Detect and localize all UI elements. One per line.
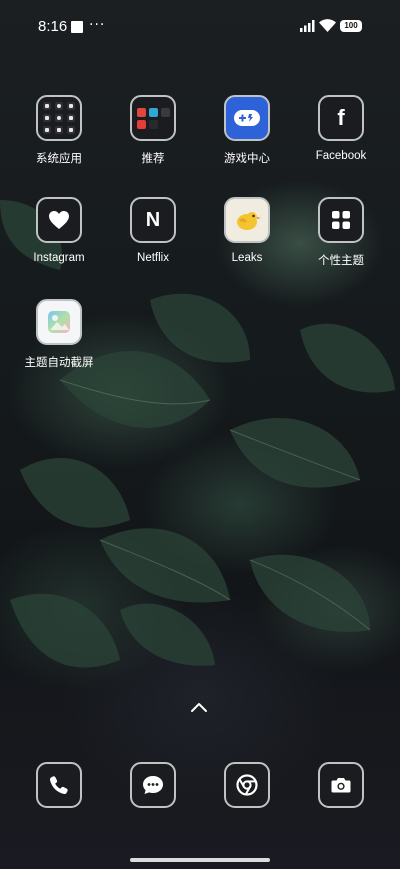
app-facebook[interactable]: f Facebook — [293, 95, 389, 162]
app-recommended-folder[interactable]: 推荐 — [105, 95, 201, 166]
heart-icon — [36, 197, 82, 243]
app-label: 系统应用 — [36, 153, 82, 165]
app-leaks[interactable]: Leaks — [199, 197, 295, 264]
app-label: Netflix — [137, 252, 169, 264]
app-label: 个性主题 — [318, 255, 364, 267]
app-label: Facebook — [315, 150, 367, 162]
status-bar: 8:16 ··· 100 — [0, 0, 400, 54]
dock-messages[interactable] — [105, 762, 201, 808]
home-gesture-bar[interactable] — [130, 858, 270, 862]
dock-browser[interactable] — [199, 762, 295, 808]
status-time: 8:16 — [38, 18, 68, 35]
app-personal-themes[interactable]: 个性主题 — [293, 197, 389, 268]
photo-icon — [36, 299, 82, 345]
cellular-signal-icon — [300, 20, 315, 32]
app-netflix[interactable]: N Netflix — [105, 197, 201, 264]
message-bubble-icon — [130, 762, 176, 808]
netflix-n-icon: N — [130, 197, 176, 243]
dock-phone[interactable] — [11, 762, 107, 808]
game-controller-icon — [224, 95, 270, 141]
app-label: 游戏中心 — [224, 153, 270, 165]
more-notifications-indicator: ··· — [89, 17, 106, 33]
folder-system-apps-icon — [36, 95, 82, 141]
wifi-icon — [319, 19, 336, 32]
dock-camera[interactable] — [293, 762, 389, 808]
app-label: 推荐 — [141, 153, 165, 165]
app-label: Leaks — [231, 252, 263, 264]
folder-recommended-icon — [130, 95, 176, 141]
facebook-icon: f — [318, 95, 364, 141]
chrome-icon — [224, 762, 270, 808]
four-squares-icon — [318, 197, 364, 243]
app-system-apps-folder[interactable]: 系统应用 — [11, 95, 107, 166]
facebook-glyph: f — [337, 105, 345, 130]
bird-icon — [224, 197, 270, 243]
app-label: Instagram — [33, 252, 85, 264]
notification-square-icon — [71, 21, 83, 33]
netflix-glyph: N — [145, 208, 161, 231]
app-label: 主题自动截屏 — [24, 357, 94, 369]
camera-icon — [318, 762, 364, 808]
battery-indicator: 100 — [340, 20, 362, 32]
app-drawer-up-arrow-icon[interactable] — [190, 701, 208, 713]
phone-icon — [36, 762, 82, 808]
app-theme-auto-screenshot[interactable]: 主题自动截屏 — [11, 299, 107, 370]
app-instagram[interactable]: Instagram — [11, 197, 107, 264]
app-game-center[interactable]: 游戏中心 — [199, 95, 295, 166]
